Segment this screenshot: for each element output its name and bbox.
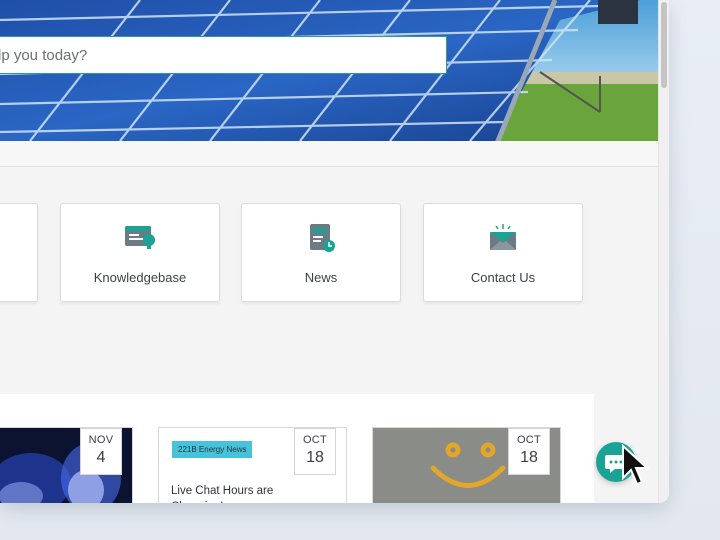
- search-input[interactable]: lp you today?: [0, 36, 447, 74]
- news-date: OCT 18: [294, 428, 336, 475]
- tile-label: Knowledgebase: [93, 270, 187, 285]
- news-date: OCT 18: [508, 428, 550, 475]
- browser-window: lp you today? Knowledgebase News Contact…: [0, 0, 669, 503]
- news-card[interactable]: OCT 18: [372, 427, 561, 503]
- hero-bottom-bar: [0, 141, 658, 167]
- news-card[interactable]: 221B Energy News OCT 18 Live Chat Hours …: [158, 427, 347, 503]
- tile-knowledgebase[interactable]: Knowledgebase: [60, 203, 220, 302]
- tile-label: Contact Us: [470, 270, 536, 285]
- news-card[interactable]: NOV 4: [0, 427, 133, 503]
- tile-news[interactable]: News: [241, 203, 401, 302]
- news-title[interactable]: Live Chat Hours are Changing!: [171, 483, 321, 503]
- knowledgebase-icon: [125, 226, 155, 249]
- hero-banner: lp you today?: [0, 0, 658, 141]
- tile-contact-us[interactable]: Contact Us: [423, 203, 583, 302]
- mouse-cursor-icon: [622, 444, 650, 486]
- search-placeholder: lp you today?: [0, 46, 88, 64]
- scrollbar-thumb[interactable]: [661, 2, 667, 88]
- news-date: NOV 4: [80, 428, 122, 475]
- news-tag: 221B Energy News: [172, 441, 253, 458]
- contact-envelope-icon: [490, 224, 516, 250]
- tile-partial[interactable]: [0, 203, 38, 302]
- tile-label: News: [304, 270, 338, 285]
- news-icon: [310, 224, 335, 252]
